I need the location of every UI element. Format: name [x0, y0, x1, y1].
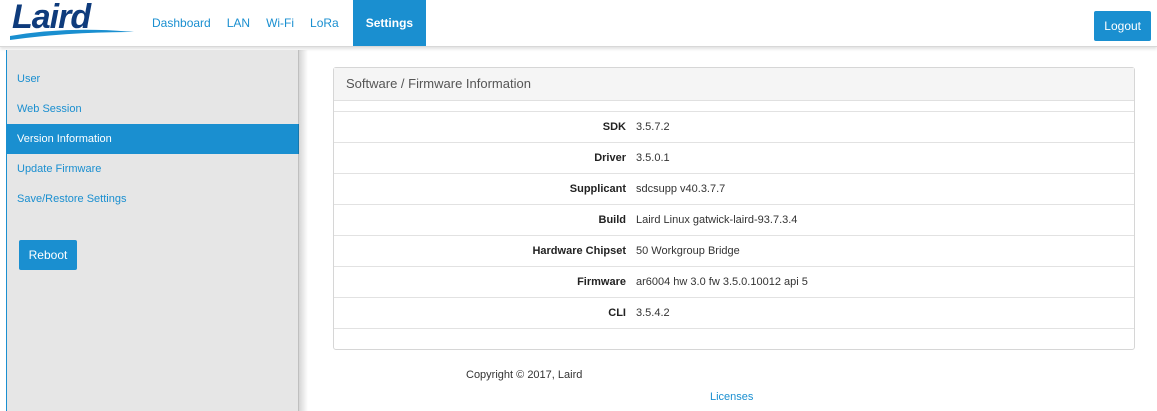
row-label: Firmware — [577, 276, 626, 288]
row-value: 3.5.7.2 — [636, 121, 670, 133]
table-row-firmware: Firmware ar6004 hw 3.0 fw 3.5.0.10012 ap… — [334, 266, 1134, 297]
sidebar-item-version-information[interactable]: Version Information — [7, 124, 299, 154]
table-row-sdk: SDK 3.5.7.2 — [334, 111, 1134, 142]
logout-button[interactable]: Logout — [1094, 11, 1151, 41]
copyright-icon: © — [516, 369, 525, 381]
table-row-supplicant: Supplicant sdcsupp v40.3.7.7 — [334, 173, 1134, 204]
copyright-year-owner: 2017, Laird — [527, 369, 583, 381]
table-row-build: Build Laird Linux gatwick-laird-93.7.3.4 — [334, 204, 1134, 235]
panel-title: Software / Firmware Information — [334, 68, 1134, 101]
main-nav: Dashboard LAN Wi-Fi LoRa Settings — [144, 0, 427, 46]
reboot-button[interactable]: Reboot — [19, 240, 77, 270]
laird-logo[interactable]: Laird — [8, 0, 136, 42]
row-value: 50 Workgroup Bridge — [636, 245, 740, 257]
table-row-cli: CLI 3.5.4.2 — [334, 297, 1134, 329]
nav-settings[interactable]: Settings — [352, 0, 427, 46]
copyright-prefix: Copyright — [466, 369, 514, 381]
row-label: Hardware Chipset — [532, 245, 626, 257]
row-label: Supplicant — [569, 183, 626, 195]
sidebar-item-save-restore-settings[interactable]: Save/Restore Settings — [7, 184, 299, 214]
firmware-info-panel: Software / Firmware Information SDK 3.5.… — [333, 67, 1135, 350]
row-value: 3.5.0.1 — [636, 152, 670, 164]
table-row-driver: Driver 3.5.0.1 — [334, 142, 1134, 173]
sidebar-shadow — [298, 50, 308, 411]
table-row-hardware-chipset: Hardware Chipset 50 Workgroup Bridge — [334, 235, 1134, 266]
info-table: SDK 3.5.7.2 Driver 3.5.0.1 Supplicant sd… — [334, 111, 1134, 329]
top-navbar: Laird Dashboard LAN Wi-Fi LoRa Settings … — [0, 0, 1157, 47]
row-value: sdcsupp v40.3.7.7 — [636, 183, 726, 195]
sidebar-item-update-firmware[interactable]: Update Firmware — [7, 154, 299, 184]
sidebar-item-user[interactable]: User — [7, 64, 299, 94]
copyright-text: Copyright © 2017, Laird — [0, 369, 1157, 381]
sidebar: User Web Session Version Information Upd… — [6, 50, 299, 411]
row-value: ar6004 hw 3.0 fw 3.5.0.10012 api 5 — [636, 276, 808, 288]
nav-lora[interactable]: LoRa — [302, 0, 347, 46]
licenses-link[interactable]: Licenses — [710, 391, 753, 403]
row-value: 3.5.4.2 — [636, 307, 670, 319]
logo-swoosh-icon — [10, 29, 134, 40]
nav-wifi[interactable]: Wi-Fi — [258, 0, 302, 46]
row-label: Driver — [594, 152, 626, 164]
nav-dashboard[interactable]: Dashboard — [144, 0, 219, 46]
row-label: Build — [598, 214, 627, 226]
nav-lan[interactable]: LAN — [219, 0, 258, 46]
row-label: SDK — [602, 121, 626, 133]
row-label: CLI — [608, 307, 626, 319]
row-value: Laird Linux gatwick-laird-93.7.3.4 — [636, 214, 798, 226]
sidebar-item-web-session[interactable]: Web Session — [7, 94, 299, 124]
